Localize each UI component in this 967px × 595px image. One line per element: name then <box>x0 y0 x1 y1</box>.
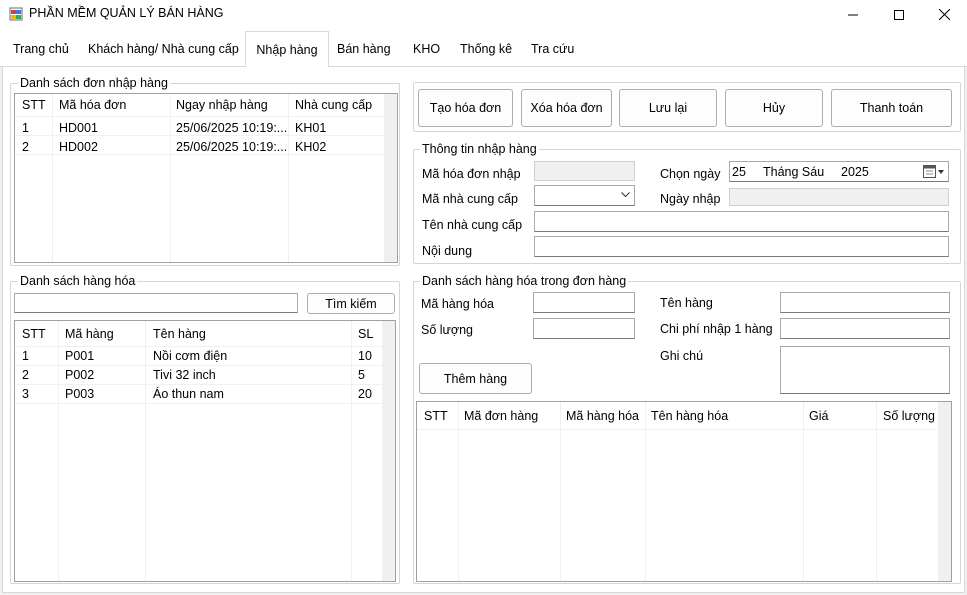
column-header[interactable]: Mã hóa đơn <box>59 94 126 116</box>
receipt-info-title: Thông tin nhập hàng <box>420 142 539 156</box>
tab-lookup[interactable]: Tra cứu <box>525 33 580 66</box>
column-header[interactable]: SL <box>358 323 373 345</box>
table-cell[interactable]: 20 <box>358 385 372 404</box>
table-cell[interactable]: KH01 <box>295 119 326 138</box>
order-items-title: Danh sách hàng hóa trong đơn hàng <box>420 274 629 288</box>
add-item-button[interactable]: Thêm hàng <box>419 363 532 394</box>
table-cell[interactable]: HD002 <box>59 138 98 157</box>
table-cell[interactable]: 10 <box>358 347 372 366</box>
table-cell[interactable]: 2 <box>22 138 29 157</box>
table-cell[interactable]: KH02 <box>295 138 326 157</box>
import-date-label: Ngày nhập <box>660 192 721 206</box>
tab-import[interactable]: Nhập hàng <box>245 31 329 67</box>
invoice-list-title: Danh sách đơn nhập hàng <box>18 76 170 90</box>
tab-sales[interactable]: Bán hàng <box>331 33 397 66</box>
date-year[interactable]: 2025 <box>841 165 869 179</box>
table-cell[interactable]: P001 <box>65 347 94 366</box>
column-header[interactable]: Tên hàng hóa <box>651 405 728 427</box>
order-items-grid[interactable]: STT Mã đơn hàng Mã hàng hóa Tên hàng hóa… <box>416 401 952 582</box>
tab-customers-suppliers[interactable]: Khách hàng/ Nhà cung cấp <box>82 33 245 66</box>
search-button[interactable]: Tìm kiếm <box>307 293 395 314</box>
product-code-field[interactable] <box>533 292 635 313</box>
maximize-button[interactable] <box>876 0 922 29</box>
content-field[interactable] <box>534 236 949 257</box>
date-picker[interactable]: 25 Tháng Sáu 2025 <box>729 161 949 182</box>
date-month[interactable]: Tháng Sáu <box>763 165 824 179</box>
pay-button[interactable]: Thanh toán <box>831 89 952 127</box>
create-invoice-button[interactable]: Tạo hóa đơn <box>418 89 513 127</box>
supplier-name-field[interactable] <box>534 211 949 232</box>
tab-warehouse[interactable]: KHO <box>407 33 446 66</box>
delete-invoice-button[interactable]: Xóa hóa đơn <box>521 89 612 127</box>
pick-date-label: Chọn ngày <box>660 167 721 181</box>
column-header[interactable]: Tên hàng <box>153 323 206 345</box>
minimize-icon <box>848 14 858 15</box>
table-cell[interactable]: Áo thun nam <box>153 385 224 404</box>
product-name-field[interactable] <box>780 292 950 313</box>
column-header[interactable]: Nhà cung cấp <box>295 94 383 116</box>
minimize-button[interactable] <box>830 0 876 29</box>
invoice-code-label: Mã hóa đơn nhập <box>422 167 521 181</box>
table-cell[interactable]: 1 <box>22 347 29 366</box>
column-header[interactable]: Mã hàng <box>65 323 114 345</box>
table-cell[interactable]: 3 <box>22 385 29 404</box>
product-code-label: Mã hàng hóa <box>421 297 494 311</box>
product-search-input[interactable] <box>14 293 298 313</box>
product-grid-scrollbar[interactable] <box>383 321 395 581</box>
column-header[interactable]: Ngay nhập hàng <box>176 94 268 116</box>
import-cost-label: Chi phí nhập 1 hàng <box>660 322 773 336</box>
chevron-down-icon <box>621 192 630 198</box>
content-label: Nội dung <box>422 244 473 258</box>
maximize-icon <box>894 9 904 20</box>
table-cell[interactable]: Nồi cơm điện <box>153 347 227 366</box>
tab-home[interactable]: Trang chủ <box>7 33 75 66</box>
quantity-field[interactable] <box>533 318 635 339</box>
table-cell[interactable]: 2 <box>22 366 29 385</box>
supplier-name-label: Tên nhà cung cấp <box>422 218 523 232</box>
product-grid[interactable]: STT Mã hàng Tên hàng SL 1 P001 Nồi cơm đ… <box>14 320 396 582</box>
column-header[interactable]: STT <box>22 323 46 345</box>
note-field[interactable] <box>780 346 950 394</box>
product-name-label: Tên hàng <box>660 296 713 310</box>
column-header[interactable]: Số lượng <box>883 405 935 427</box>
close-icon <box>938 9 950 20</box>
column-header[interactable]: Mã đơn hàng <box>464 405 538 427</box>
table-cell[interactable]: HD001 <box>59 119 98 138</box>
column-header[interactable]: Giá <box>809 405 828 427</box>
save-button[interactable]: Lưu lại <box>619 89 717 127</box>
product-list-title: Danh sách hàng hóa <box>18 274 138 288</box>
import-date-field[interactable] <box>729 188 949 206</box>
invoice-grid[interactable]: STT Mã hóa đơn Ngay nhập hàng Nhà cung c… <box>14 93 398 263</box>
tab-statistics[interactable]: Thống kê <box>454 33 518 66</box>
table-cell[interactable]: 1 <box>22 119 29 138</box>
column-header[interactable]: STT <box>22 94 46 116</box>
import-cost-field[interactable] <box>780 318 950 339</box>
supplier-code-select[interactable] <box>534 185 635 206</box>
table-cell[interactable]: 5 <box>358 366 365 385</box>
window-title: PHẦN MỀM QUẢN LÝ BÁN HÀNG <box>29 6 224 20</box>
cancel-button[interactable]: Hủy <box>725 89 823 127</box>
table-cell[interactable]: Tivi 32 inch <box>153 366 216 385</box>
table-cell[interactable]: P003 <box>65 385 94 404</box>
note-label: Ghi chú <box>660 349 704 363</box>
column-header[interactable]: Mã hàng hóa <box>566 405 639 427</box>
table-cell[interactable]: 25/06/2025 10:19:... <box>176 138 286 157</box>
app-icon <box>9 7 23 21</box>
invoice-grid-scrollbar[interactable] <box>385 94 397 262</box>
column-header[interactable]: STT <box>424 405 448 427</box>
table-cell[interactable]: 25/06/2025 10:19:... <box>176 119 286 138</box>
invoice-code-field[interactable] <box>534 161 635 181</box>
quantity-label: Số lượng <box>421 323 474 337</box>
calendar-dropdown-icon[interactable] <box>923 165 945 178</box>
date-day[interactable]: 25 <box>732 165 746 179</box>
close-button[interactable] <box>921 0 967 29</box>
table-cell[interactable]: P002 <box>65 366 94 385</box>
supplier-code-label: Mã nhà cung cấp <box>422 192 518 206</box>
